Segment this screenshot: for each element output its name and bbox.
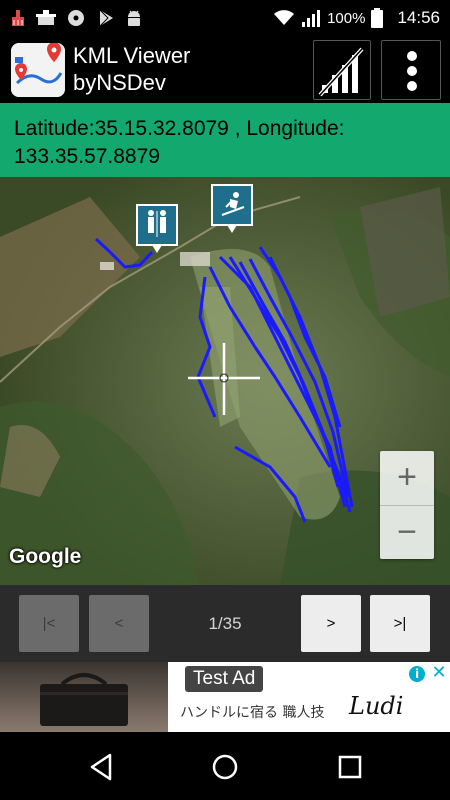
clock: 14:56 (397, 8, 440, 27)
ad-copy: ハンドルに宿る 職人技 (180, 705, 325, 721)
track-navigation: |< < 1/35 > >| (0, 585, 450, 662)
ad-banner[interactable]: Test Ad ハンドルに宿る 職人技 Ludi i ✕ (0, 662, 450, 732)
zoom-in-button[interactable]: + (380, 451, 434, 505)
latitude-longitude-line2: 133.35.57.8879 (14, 145, 160, 168)
app-logo-icon (11, 43, 65, 97)
cell-signal-icon (302, 10, 321, 27)
location-readout: Latitude:35.15.32.8079 , Longitude: 133.… (0, 103, 450, 177)
disc-icon (68, 10, 84, 26)
android-icon (128, 10, 140, 26)
ad-brand: Ludi (349, 692, 404, 720)
home-icon[interactable] (208, 750, 242, 784)
zoom-out-button[interactable]: − (380, 505, 434, 559)
status-bar: 100% 14:56 (0, 0, 450, 36)
zoom-controls: + − (380, 451, 434, 559)
page-indicator: 1/35 (208, 614, 242, 633)
google-attribution: Google (9, 545, 82, 568)
pot-icon (36, 10, 56, 25)
battery-icon (371, 8, 384, 28)
battery-percent: 100% (327, 9, 366, 27)
overflow-menu-icon (407, 51, 417, 91)
app-bar: KML Viewer byNSDev (0, 36, 450, 103)
ad-close-icon[interactable]: ✕ (430, 662, 448, 684)
signal-toggle-icon (318, 47, 364, 97)
first-button[interactable]: |< (19, 595, 79, 652)
app-title-sub: byNSDev (73, 70, 166, 95)
ad-info-icon[interactable]: i (409, 666, 425, 682)
back-icon[interactable] (84, 750, 118, 784)
recents-icon[interactable] (333, 750, 367, 784)
system-navigation-bar (0, 732, 450, 800)
overflow-menu-button[interactable] (381, 40, 441, 100)
wifi-icon (274, 10, 295, 25)
ad-label: Test Ad (185, 666, 264, 692)
map-view[interactable]: + − Google (0, 177, 450, 585)
app-title: KML Viewer byNSDev (73, 42, 190, 96)
play-store-icon (99, 9, 113, 27)
latitude-longitude-line1: Latitude:35.15.32.8079 , Longitude: (14, 117, 345, 140)
previous-button[interactable]: < (89, 595, 149, 652)
next-button[interactable]: > (301, 595, 361, 652)
ad-product-image (0, 662, 168, 732)
cleaner-icon (12, 10, 24, 26)
signal-toggle-button[interactable] (313, 40, 371, 100)
last-button[interactable]: >| (370, 595, 430, 652)
app-title-main: KML Viewer (73, 43, 191, 68)
